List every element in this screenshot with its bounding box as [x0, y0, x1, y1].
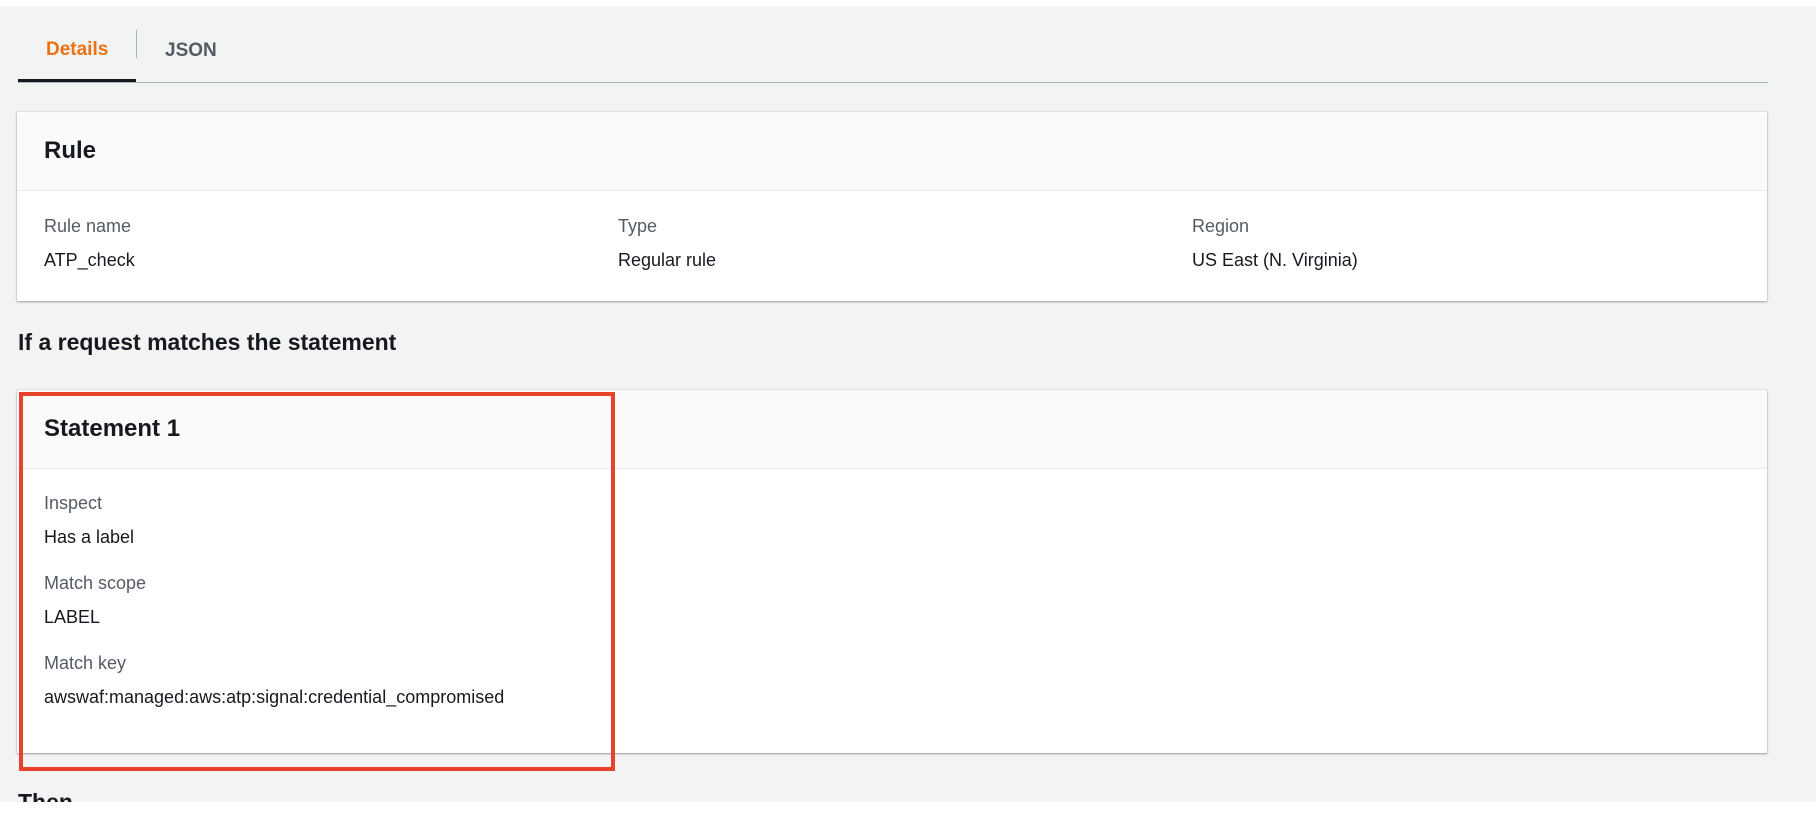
inspect-field: Inspect Has a label — [44, 491, 1767, 549]
tab-details[interactable]: Details — [18, 20, 136, 82]
match-key-label: Match key — [44, 653, 127, 673]
then-section-title: Then — [18, 789, 73, 802]
tab-bar: Details JSON — [18, 20, 1768, 83]
rule-region-field: Region US East (N. Virginia) — [1192, 214, 1358, 272]
match-key-field: Match key awswaf:managed:aws:atp:signal:… — [44, 651, 1767, 709]
rule-name-field: Rule name ATP_check — [44, 214, 135, 272]
statement-panel-body: Inspect Has a label Match scope LABEL Ma… — [17, 469, 1767, 709]
match-scope-field: Match scope LABEL — [44, 571, 1767, 629]
rule-panel: Rule Rule name ATP_check Type Regular ru… — [17, 112, 1767, 301]
rule-type-field: Type Regular rule — [618, 214, 716, 272]
rule-panel-title: Rule — [17, 112, 1767, 191]
match-scope-value: LABEL — [44, 607, 101, 627]
statement-section-title: If a request matches the statement — [18, 329, 397, 355]
statement-panel-title: Statement 1 — [17, 390, 1767, 469]
rule-type-label: Type — [618, 216, 658, 236]
match-key-value: awswaf:managed:aws:atp:signal:credential… — [44, 687, 505, 707]
rule-type-value: Regular rule — [618, 250, 717, 270]
rule-name-label: Rule name — [44, 216, 132, 236]
page-content: Details JSON Rule Rule name ATP_check Ty… — [0, 6, 1816, 802]
rule-name-value: ATP_check — [44, 250, 135, 270]
tab-json[interactable]: JSON — [137, 20, 245, 82]
match-scope-label: Match scope — [44, 573, 147, 593]
inspect-value: Has a label — [44, 527, 135, 547]
statement-panel: Statement 1 Inspect Has a label Match sc… — [17, 390, 1767, 753]
rule-panel-body: Rule name ATP_check Type Regular rule Re… — [17, 191, 1767, 301]
rule-region-value: US East (N. Virginia) — [1192, 250, 1358, 270]
inspect-label: Inspect — [44, 493, 103, 513]
rule-region-label: Region — [1192, 216, 1250, 236]
